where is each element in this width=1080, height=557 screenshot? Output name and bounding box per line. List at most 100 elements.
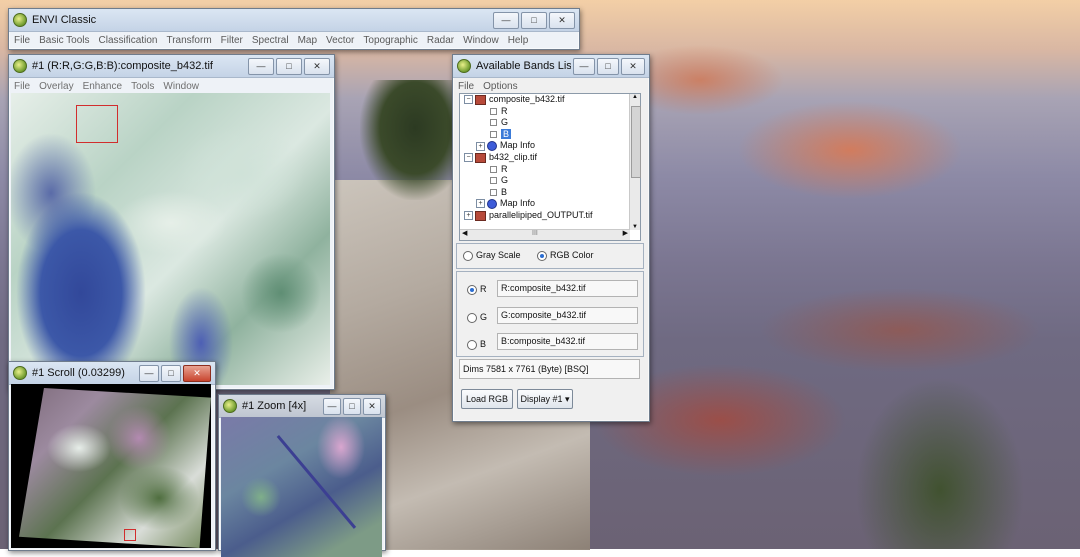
- tree-label: composite_b432.tif: [489, 94, 565, 104]
- tree-band-r[interactable]: R: [460, 106, 640, 118]
- tree-map-info[interactable]: + Map Info: [460, 198, 640, 210]
- minimize-button[interactable]: —: [248, 57, 274, 75]
- tree-vertical-scrollbar[interactable]: ▲ ▼: [629, 94, 641, 230]
- maximize-button[interactable]: □: [521, 11, 547, 29]
- channel-b-label: B: [480, 339, 487, 349]
- channel-g-radio[interactable]: [467, 312, 477, 323]
- menu-classification[interactable]: Classification: [99, 35, 158, 46]
- scroll-window-titlebar[interactable]: #1 Scroll (0.03299) — □ ✕: [9, 362, 215, 385]
- expand-toggle-icon[interactable]: +: [464, 211, 473, 221]
- minimize-button[interactable]: —: [139, 364, 159, 382]
- bands-list-title: Available Bands List: [476, 60, 571, 72]
- collapse-toggle-icon[interactable]: −: [464, 153, 473, 163]
- load-rgb-button[interactable]: Load RGB: [461, 389, 513, 409]
- menu-map[interactable]: Map: [298, 35, 317, 46]
- tree-file-b432-clip[interactable]: − b432_clip.tif: [460, 152, 640, 164]
- minimize-button[interactable]: —: [323, 397, 341, 415]
- maximize-button[interactable]: □: [343, 397, 361, 415]
- color-mode-panel: Gray Scale RGB Color: [456, 243, 644, 269]
- gray-scale-option[interactable]: Gray Scale: [463, 250, 521, 261]
- image-window: #1 (R:R,G:G,B:B):composite_b432.tif — □ …: [8, 54, 335, 390]
- menu-help[interactable]: Help: [508, 35, 529, 46]
- scroll-window-title: #1 Scroll (0.03299): [32, 367, 125, 379]
- menu-transform[interactable]: Transform: [166, 35, 211, 46]
- scroll-left-arrow-icon[interactable]: ◀: [462, 229, 467, 237]
- menu-overlay[interactable]: Overlay: [39, 81, 73, 92]
- window-controls: — □ ✕: [246, 57, 330, 75]
- minimize-button[interactable]: —: [493, 11, 519, 29]
- close-button[interactable]: ✕: [304, 57, 330, 75]
- maximize-button[interactable]: □: [276, 57, 302, 75]
- menu-filter[interactable]: Filter: [221, 35, 243, 46]
- zoom-image[interactable]: [221, 417, 382, 557]
- envi-app-icon: [223, 399, 237, 413]
- window-controls: — □ ✕: [321, 397, 381, 415]
- menu-basic-tools[interactable]: Basic Tools: [39, 35, 89, 46]
- scroll-right-arrow-icon[interactable]: ▶: [623, 229, 628, 237]
- menu-options[interactable]: Options: [483, 81, 517, 92]
- close-button[interactable]: ✕: [183, 364, 211, 382]
- tree-file-parallelipiped[interactable]: + parallelipiped_OUTPUT.tif: [460, 210, 640, 222]
- rgb-color-radio[interactable]: [537, 250, 547, 261]
- menu-tools[interactable]: Tools: [131, 81, 154, 92]
- channel-g-field[interactable]: G:composite_b432.tif: [497, 307, 638, 324]
- scroll-down-arrow-icon[interactable]: ▼: [630, 224, 640, 230]
- bands-tree: − composite_b432.tif R G B + Map Info − b43…: [459, 93, 641, 241]
- display-select-button[interactable]: Display #1 ▾: [517, 389, 573, 409]
- rgb-color-option[interactable]: RGB Color: [537, 250, 594, 261]
- menu-window[interactable]: Window: [463, 35, 499, 46]
- menu-topographic[interactable]: Topographic: [363, 35, 417, 46]
- minimize-button[interactable]: —: [573, 57, 595, 75]
- close-button[interactable]: ✕: [549, 11, 575, 29]
- menu-spectral[interactable]: Spectral: [252, 35, 289, 46]
- channel-g-option[interactable]: G: [467, 312, 487, 323]
- tree-band-b-selected[interactable]: B: [460, 128, 640, 141]
- menu-radar[interactable]: Radar: [427, 35, 454, 46]
- menu-enhance[interactable]: Enhance: [83, 81, 122, 92]
- tree-label: G: [501, 117, 509, 128]
- menu-file[interactable]: File: [14, 81, 30, 92]
- bands-list-titlebar[interactable]: Available Bands List — □ ✕: [453, 55, 649, 78]
- channel-r-field[interactable]: R:composite_b432.tif: [497, 280, 638, 297]
- channel-r-radio[interactable]: [467, 284, 477, 295]
- expand-toggle-icon[interactable]: +: [476, 141, 485, 151]
- zoom-region-box[interactable]: [76, 105, 118, 143]
- tree-band-g[interactable]: G: [460, 175, 640, 187]
- channel-b-option[interactable]: B: [467, 339, 486, 350]
- maximize-button[interactable]: □: [161, 364, 181, 382]
- close-button[interactable]: ✕: [363, 397, 381, 415]
- scroll-view-box[interactable]: [124, 529, 136, 541]
- scroll-up-arrow-icon[interactable]: ▲: [630, 94, 640, 100]
- collapse-toggle-icon[interactable]: −: [464, 95, 473, 105]
- scroll-overview-image[interactable]: [11, 384, 211, 548]
- tree-file-composite[interactable]: − composite_b432.tif: [460, 94, 640, 106]
- scrollbar-thumb[interactable]: [631, 106, 641, 178]
- menu-file[interactable]: File: [458, 81, 474, 92]
- image-window-titlebar[interactable]: #1 (R:R,G:G,B:B):composite_b432.tif — □ …: [9, 55, 334, 78]
- menu-vector[interactable]: Vector: [326, 35, 354, 46]
- menu-window[interactable]: Window: [163, 81, 199, 92]
- gray-scale-radio[interactable]: [463, 250, 473, 261]
- scroll-grip[interactable]: III: [532, 230, 538, 237]
- tree-band-b[interactable]: B: [460, 187, 640, 199]
- channel-b-radio[interactable]: [467, 339, 477, 350]
- tree-label: b432_clip.tif: [489, 151, 538, 162]
- tree-band-g[interactable]: G: [460, 117, 640, 129]
- envi-main-titlebar[interactable]: ENVI Classic — □ ✕: [9, 9, 579, 32]
- maximize-button[interactable]: □: [597, 57, 619, 75]
- band-icon: [490, 165, 497, 173]
- menu-file[interactable]: File: [14, 35, 30, 46]
- close-button[interactable]: ✕: [621, 57, 645, 75]
- zoom-window-titlebar[interactable]: #1 Zoom [4x] — □ ✕: [219, 395, 385, 418]
- tree-map-info[interactable]: + Map Info: [460, 140, 640, 152]
- dims-readout: Dims 7581 x 7761 (Byte) [BSQ]: [459, 359, 640, 379]
- scroll-scene: [19, 388, 211, 548]
- tree-horizontal-scrollbar[interactable]: ◀ III ▶: [460, 229, 630, 240]
- image-display[interactable]: [11, 93, 330, 385]
- tree-band-r[interactable]: R: [460, 164, 640, 176]
- expand-toggle-icon[interactable]: +: [476, 199, 485, 209]
- channel-b-field[interactable]: B:composite_b432.tif: [497, 333, 638, 350]
- band-icon: [490, 119, 497, 127]
- channel-g-label: G: [480, 312, 488, 322]
- channel-r-option[interactable]: R: [467, 284, 487, 295]
